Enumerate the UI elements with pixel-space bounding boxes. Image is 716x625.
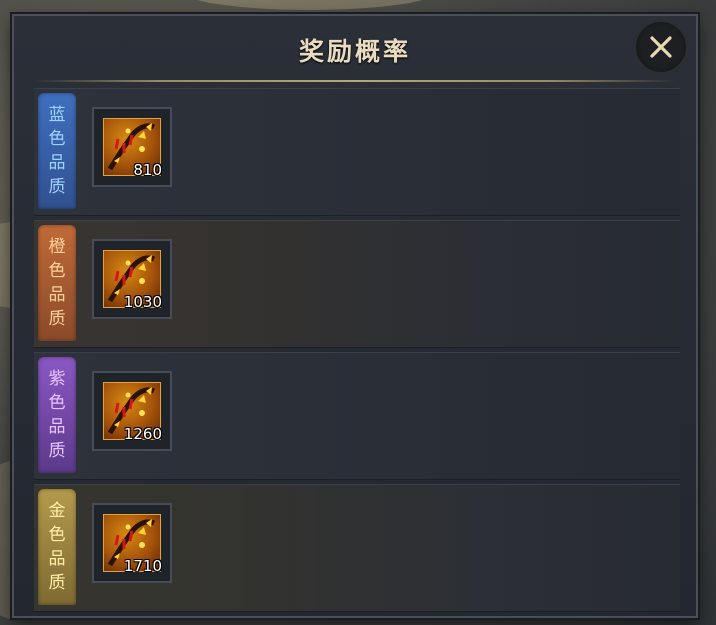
tier-label-char: 色: [48, 261, 66, 281]
item-count: 1030: [123, 293, 162, 311]
tier-label-char: 色: [48, 129, 66, 149]
item-count: 810: [133, 161, 162, 179]
tier-label-char: 质: [48, 573, 66, 593]
tier-row-gold: 金 色 品 质 1710: [34, 484, 680, 612]
tier-tag-gold: 金 色 品 质: [38, 489, 76, 605]
reward-item-slot[interactable]: 1030: [92, 239, 172, 319]
reward-item-slot[interactable]: 1710: [92, 503, 172, 583]
tier-label-char: 质: [48, 177, 66, 197]
reward-item-slot[interactable]: 810: [92, 107, 172, 187]
tier-label-char: 色: [48, 525, 66, 545]
flame-scroll-icon: 1710: [103, 514, 162, 575]
tier-label-char: 质: [48, 309, 66, 329]
title-divider: [34, 80, 676, 82]
close-button[interactable]: [634, 20, 688, 74]
tier-tag-orange: 橙 色 品 质: [38, 225, 76, 341]
tier-row-blue: 蓝 色 品 质 810: [34, 88, 680, 216]
tier-label-char: 橙: [48, 237, 66, 257]
item-count: 1260: [123, 425, 162, 443]
dialog-title: 奖励概率: [298, 37, 411, 66]
flame-scroll-icon: 1030: [103, 250, 162, 311]
flame-scroll-icon: 1260: [103, 382, 162, 443]
dialog-header: 奖励概率: [14, 16, 696, 84]
tier-label-char: 蓝: [48, 105, 66, 125]
tier-tag-blue: 蓝 色 品 质: [38, 93, 76, 209]
tier-tag-purple: 紫 色 品 质: [38, 357, 76, 473]
tier-label-char: 品: [48, 417, 66, 437]
tier-label-char: 金: [48, 501, 66, 521]
reward-tier-list: 蓝 色 品 质 810 橙 色 品 质 1030 紫 色 品 质 1260 金 …: [34, 88, 680, 616]
tier-label-char: 品: [48, 285, 66, 305]
background-streak: [180, 0, 440, 10]
tier-label-char: 色: [48, 393, 66, 413]
close-icon: [650, 36, 672, 58]
reward-probability-dialog: 奖励概率 蓝 色 品 质 810 橙 色 品 质 1030 紫 色 品 质 12…: [12, 14, 698, 618]
tier-label-char: 质: [48, 441, 66, 461]
flame-scroll-icon: 810: [103, 118, 162, 179]
tier-label-char: 品: [48, 549, 66, 569]
tier-row-purple: 紫 色 品 质 1260: [34, 352, 680, 480]
reward-item-slot[interactable]: 1260: [92, 371, 172, 451]
tier-label-char: 品: [48, 153, 66, 173]
item-count: 1710: [123, 557, 162, 575]
tier-label-char: 紫: [48, 369, 66, 389]
tier-row-orange: 橙 色 品 质 1030: [34, 220, 680, 348]
